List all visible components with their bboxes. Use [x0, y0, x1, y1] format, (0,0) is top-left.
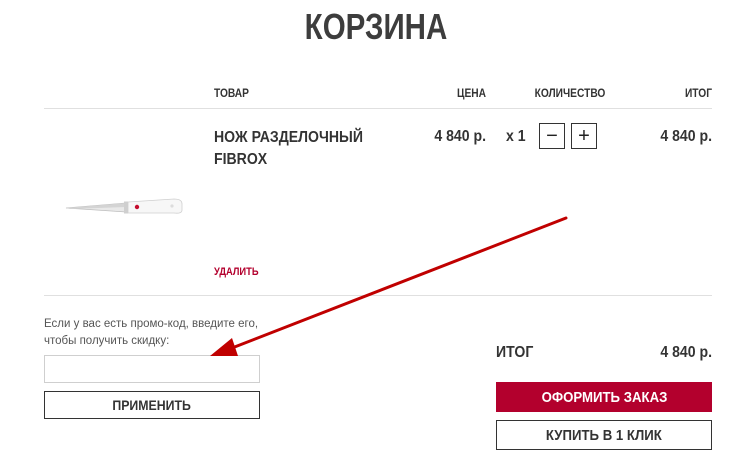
column-header-quantity: КОЛИЧЕСТВО [534, 86, 606, 100]
summary-total-value: 4 840 р. [660, 344, 712, 361]
quantity-value: x 1 [506, 128, 526, 145]
promo-hint: Если у вас есть промо-код, введите его, … [44, 316, 264, 350]
item-price: 4 840 р. [434, 128, 486, 145]
item-divider [44, 295, 712, 296]
product-name-line2: FIBROX [214, 151, 268, 168]
promo-hint-line2: чтобы получить скидку: [44, 335, 170, 347]
page-title: КОРЗИНА [304, 6, 448, 47]
promo-code-input[interactable] [44, 355, 260, 383]
buy-one-click-button[interactable]: КУПИТЬ В 1 КЛИК [496, 420, 712, 450]
delete-item-link[interactable]: УДАЛИТЬ [214, 266, 259, 278]
header-divider [44, 108, 712, 109]
promo-hint-line1: Если у вас есть промо-код, введите его, [44, 318, 259, 330]
checkout-button[interactable]: ОФОРМИТЬ ЗАКАЗ [496, 382, 712, 412]
column-header-total: ИТОГ [684, 86, 712, 100]
product-name-line1: НОЖ РАЗДЕЛОЧНЫЙ [214, 129, 363, 146]
apply-promo-button[interactable]: ПРИМЕНИТЬ [44, 391, 260, 419]
quantity-decrease-button[interactable]: − [539, 123, 565, 149]
summary-total-label: ИТОГ [496, 344, 534, 361]
column-header-price: ЦЕНА [457, 86, 486, 100]
buy-one-click-label: КУПИТЬ В 1 КЛИК [546, 426, 662, 444]
column-header-product: ТОВАР [214, 86, 249, 100]
chef-knife-icon [65, 198, 183, 214]
checkout-label: ОФОРМИТЬ ЗАКАЗ [541, 388, 667, 406]
quantity-increase-button[interactable]: + [571, 123, 597, 149]
apply-promo-label: ПРИМЕНИТЬ [112, 397, 192, 413]
item-line-total: 4 840 р. [660, 128, 712, 145]
product-name[interactable]: НОЖ РАЗДЕЛОЧНЫЙ FIBROX [214, 127, 372, 171]
